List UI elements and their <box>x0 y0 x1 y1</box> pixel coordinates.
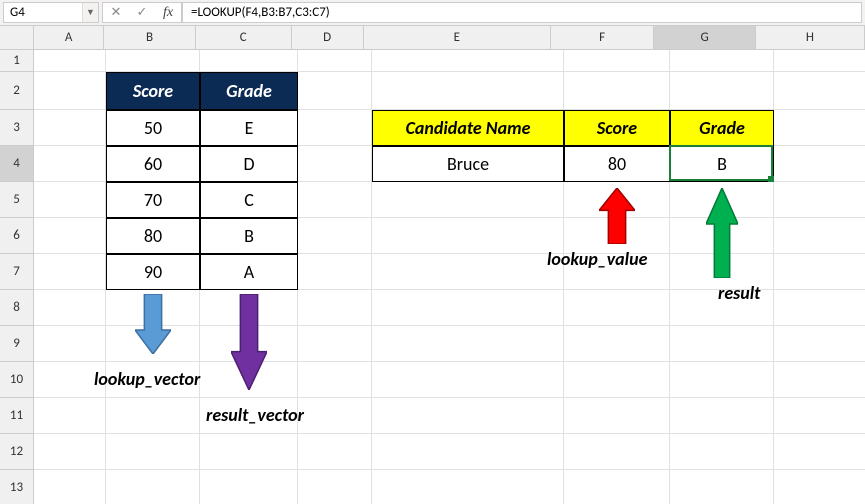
arrow-up-green-icon <box>706 188 738 278</box>
arrow-up-red-icon <box>599 188 635 244</box>
arrow-down-blue-icon <box>135 294 171 354</box>
row-header-9[interactable]: 9 <box>0 326 34 362</box>
name-box[interactable]: G4 ▼ <box>3 2 99 23</box>
cell-G3[interactable]: Grade <box>670 110 774 146</box>
row-header-12[interactable]: 12 <box>0 434 34 470</box>
cell-F4[interactable]: 80 <box>564 146 670 182</box>
annot-result: result <box>718 282 760 304</box>
row-header-8[interactable]: 8 <box>0 290 34 326</box>
row-header-4[interactable]: 4 <box>0 146 34 182</box>
cell-B5[interactable]: 70 <box>106 182 200 218</box>
column-header-F[interactable]: F <box>551 26 654 50</box>
cell-B4[interactable]: 60 <box>106 146 200 182</box>
row-headers: 12345678910111213 <box>0 50 34 504</box>
fx-icon[interactable]: fx <box>155 3 181 22</box>
row-header-7[interactable]: 7 <box>0 254 34 290</box>
formula-bar-buttons: ✕ ✓ fx <box>102 2 182 23</box>
row-header-1[interactable]: 1 <box>0 50 34 72</box>
row-header-3[interactable]: 3 <box>0 110 34 146</box>
name-box-value: G4 <box>10 5 25 20</box>
cell-C4[interactable]: D <box>200 146 298 182</box>
cell-B3[interactable]: 50 <box>106 110 200 146</box>
column-header-G[interactable]: G <box>654 26 755 50</box>
annot-result-vector: result_vector <box>206 404 304 426</box>
column-header-A[interactable]: A <box>34 26 104 50</box>
cell-C5[interactable]: C <box>200 182 298 218</box>
column-header-C[interactable]: C <box>196 26 292 50</box>
row-header-6[interactable]: 6 <box>0 218 34 254</box>
annot-lookup-value: lookup_value <box>547 248 647 270</box>
row-header-13[interactable]: 13 <box>0 470 34 504</box>
cell-E3[interactable]: Candidate Name <box>372 110 564 146</box>
column-headers: ABCDEFGH <box>34 26 865 50</box>
column-header-B[interactable]: B <box>104 26 196 50</box>
formula-input[interactable]: =LOOKUP(F4,B3:B7,C3:C7) <box>182 2 862 23</box>
annot-lookup-vector: lookup_vector <box>94 368 200 390</box>
cell-G4[interactable]: B <box>670 146 774 182</box>
select-all-corner[interactable] <box>0 26 34 50</box>
spreadsheet-grid[interactable]: ABCDEFGH 12345678910111213 ScoreGrade50E… <box>0 26 865 504</box>
cell-F3[interactable]: Score <box>564 110 670 146</box>
cancel-icon[interactable]: ✕ <box>103 3 129 22</box>
cell-C2[interactable]: Grade <box>200 72 298 110</box>
row-header-11[interactable]: 11 <box>0 398 34 434</box>
cell-C3[interactable]: E <box>200 110 298 146</box>
cell-B7[interactable]: 90 <box>106 254 200 290</box>
column-header-H[interactable]: H <box>756 26 865 50</box>
cell-C7[interactable]: A <box>200 254 298 290</box>
formula-bar: G4 ▼ ✕ ✓ fx =LOOKUP(F4,B3:B7,C3:C7) <box>0 0 865 26</box>
row-header-10[interactable]: 10 <box>0 362 34 398</box>
column-header-E[interactable]: E <box>364 26 551 50</box>
arrow-down-purple-icon <box>231 294 267 390</box>
enter-icon[interactable]: ✓ <box>129 3 155 22</box>
cell-C6[interactable]: B <box>200 218 298 254</box>
chevron-down-icon[interactable]: ▼ <box>82 3 98 22</box>
formula-text: =LOOKUP(F4,B3:B7,C3:C7) <box>191 5 330 20</box>
cell-B6[interactable]: 80 <box>106 218 200 254</box>
row-header-2[interactable]: 2 <box>0 72 34 110</box>
cell-E4[interactable]: Bruce <box>372 146 564 182</box>
cells-area[interactable]: ScoreGrade50E60D70C80B90ACandidate NameS… <box>34 50 865 504</box>
cell-B2[interactable]: Score <box>106 72 200 110</box>
column-header-D[interactable]: D <box>292 26 364 50</box>
row-header-5[interactable]: 5 <box>0 182 34 218</box>
